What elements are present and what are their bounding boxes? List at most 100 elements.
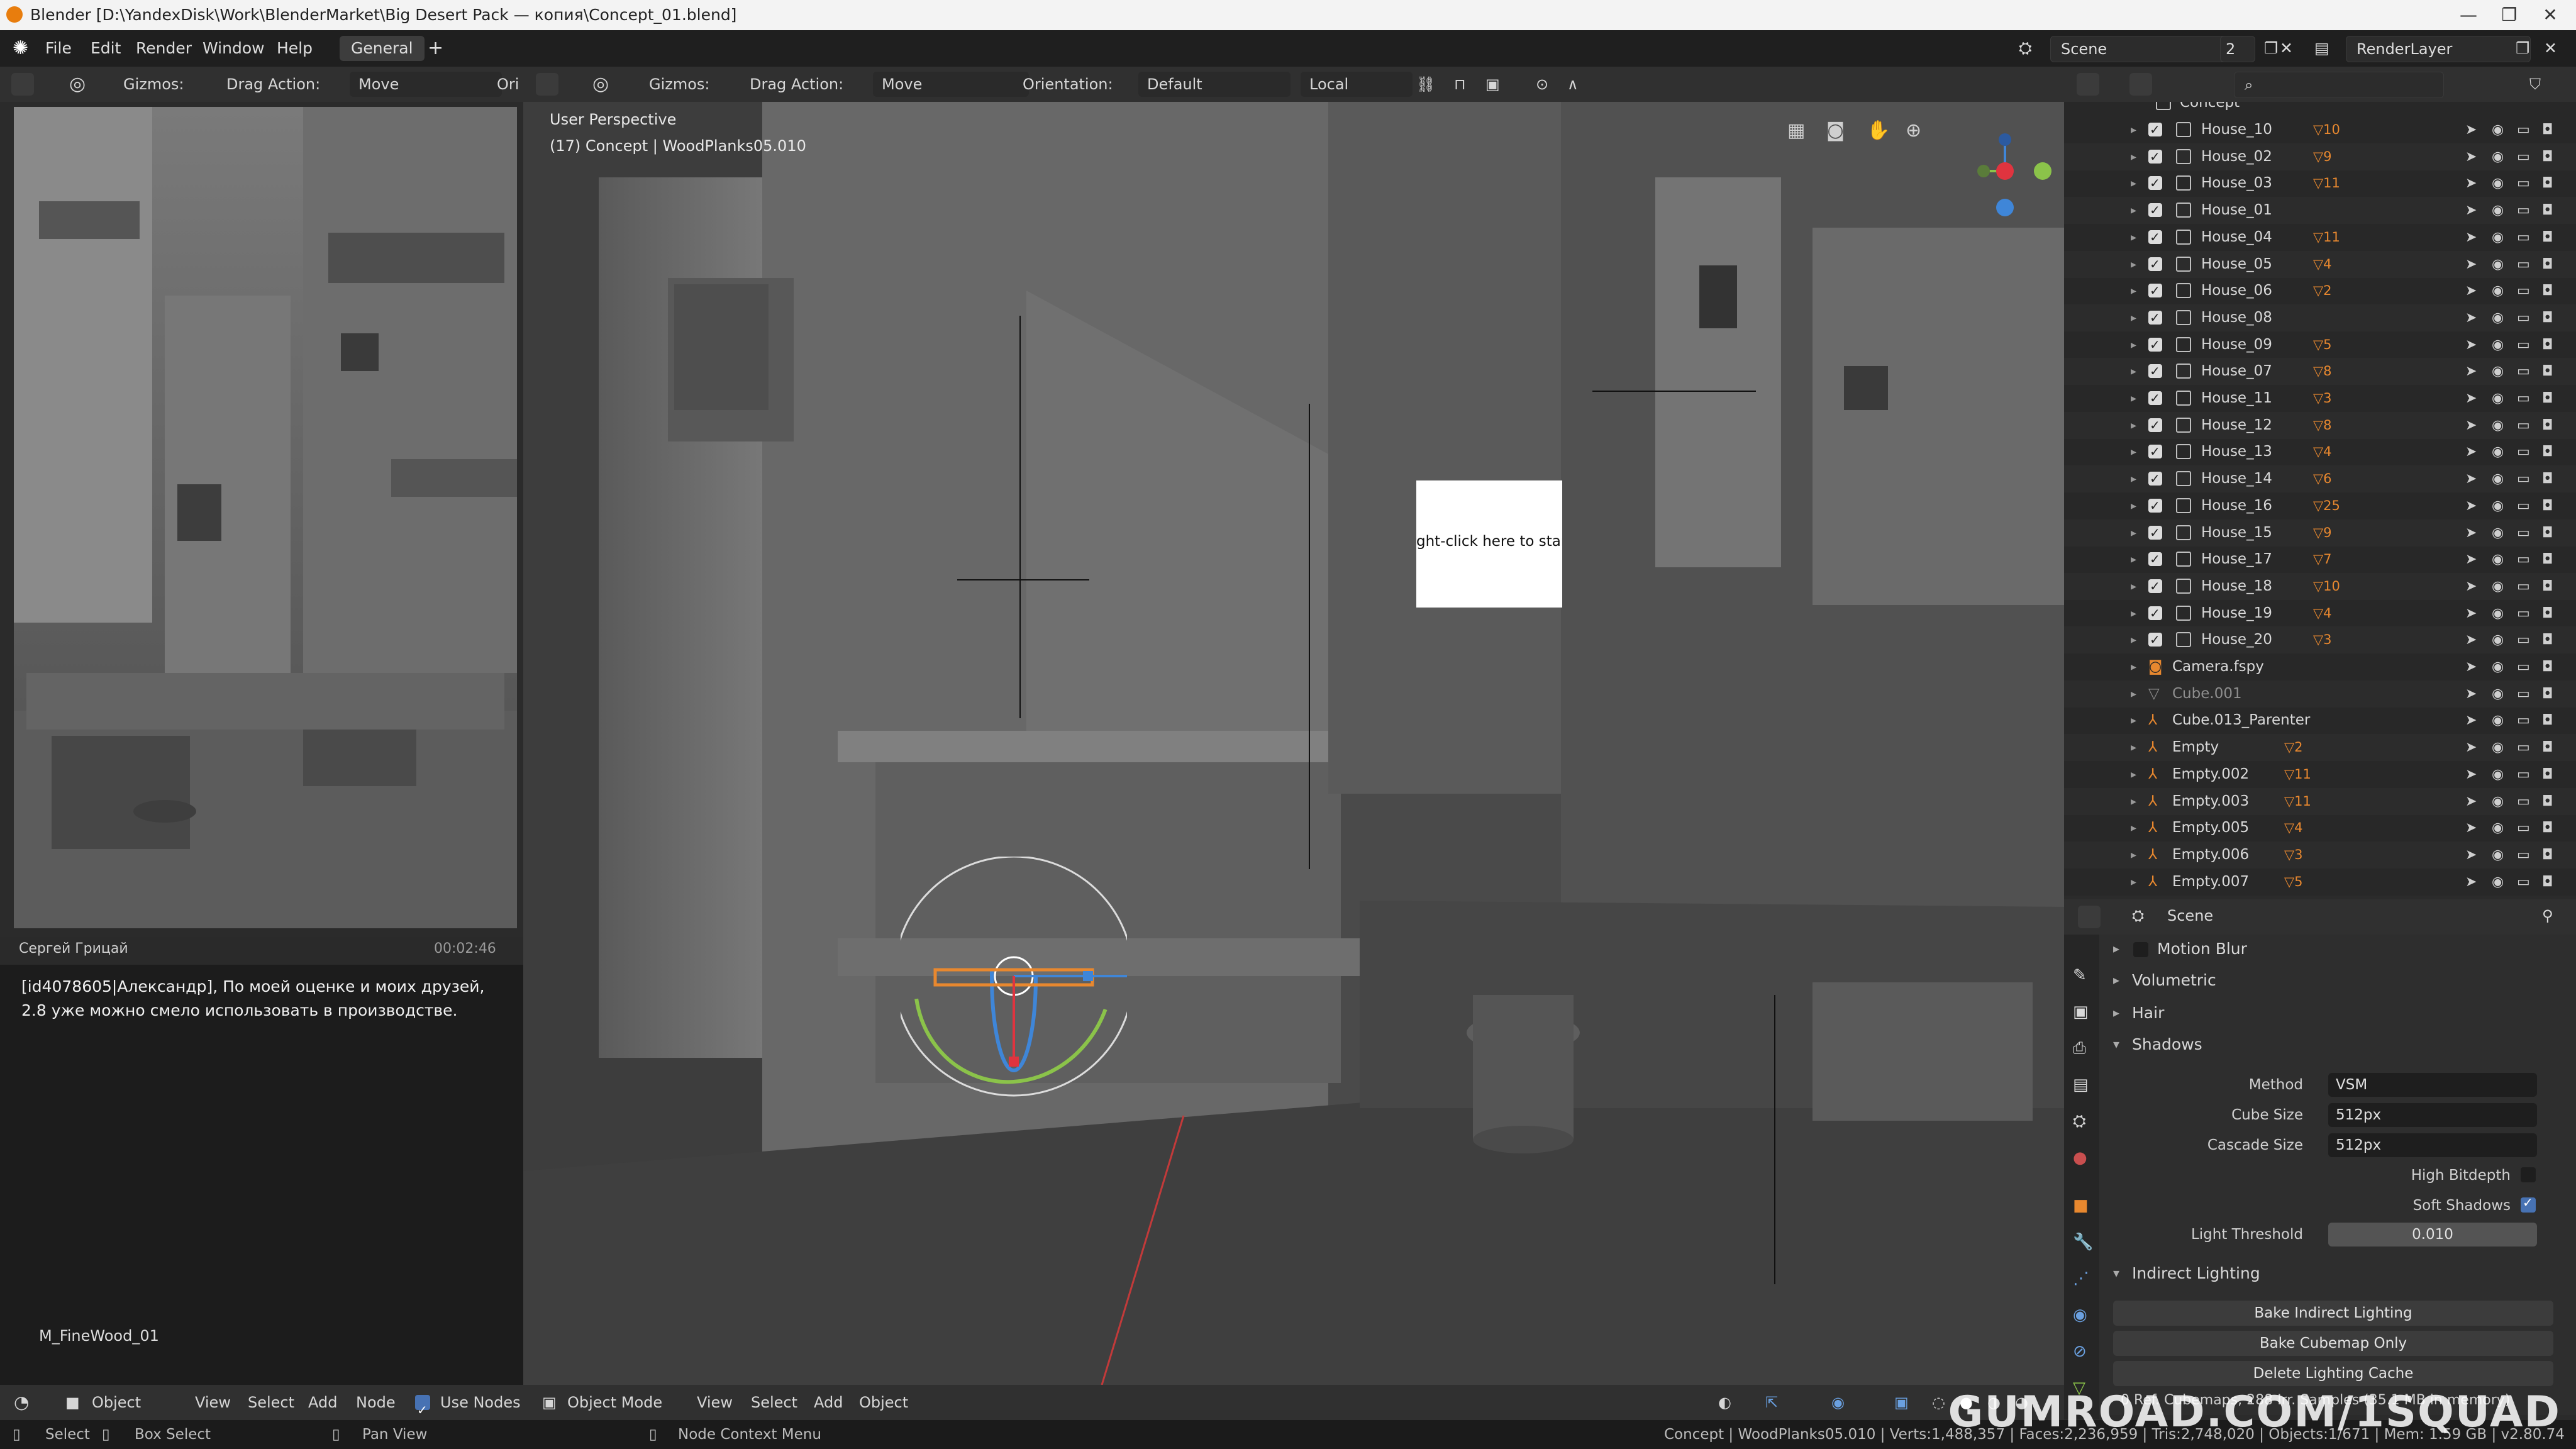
menu-help[interactable]: Help [277, 30, 313, 67]
collapse-icon[interactable]: ▾ [2113, 1265, 2119, 1280]
exclude-checkbox[interactable] [2148, 224, 2162, 251]
toggle-grid-icon[interactable]: ▦ [1787, 119, 1805, 142]
visibility-eye-icon[interactable]: ◉ [2492, 170, 2504, 197]
expand-arrow-icon[interactable]: ▸ [2131, 707, 2136, 734]
viewport-display-icon[interactable]: ▭ [2517, 814, 2530, 841]
visibility-eye-icon[interactable]: ◉ [2492, 573, 2504, 600]
child-count-badge[interactable]: ▽11 [2313, 170, 2340, 197]
child-count-badge[interactable]: ▽4 [2313, 600, 2332, 627]
output-tab-icon[interactable]: ⎙ [2073, 1039, 2086, 1058]
workspace-tab-general[interactable]: General [340, 36, 425, 61]
popup-hint-box[interactable]: ght-click here to star [1416, 480, 1562, 608]
viewport-menu-select[interactable]: Select [751, 1385, 797, 1420]
exclude-checkbox[interactable] [2148, 465, 2162, 492]
outliner-row[interactable]: ▸ House_08 ➤ ◉ ▭ ◘ [2064, 304, 2576, 331]
render-camera-icon[interactable]: ◘ [2542, 707, 2553, 734]
exclude-checkbox[interactable] [2148, 519, 2162, 547]
viewport-display-icon[interactable]: ▭ [2517, 412, 2530, 439]
outliner-row[interactable]: ▸ ⅄ Empty.006 ▽3 ➤ ◉ ▭ ◘ [2064, 841, 2576, 869]
child-count-badge[interactable]: ▽5 [2313, 331, 2332, 358]
render-camera-icon[interactable]: ◘ [2542, 116, 2553, 143]
outliner-row[interactable]: ▸ ▽ Cube.001 ➤ ◉ ▭ ◘ [2064, 680, 2576, 708]
proportional-edit-icon[interactable]: ⊙ [1536, 67, 1548, 102]
exclude-checkbox[interactable] [2148, 412, 2162, 439]
editor-type-icon[interactable] [11, 73, 34, 96]
viewport-gizmo-toggle-icon[interactable]: ◎ [592, 67, 609, 102]
section-motion-blur[interactable]: Motion Blur [2157, 940, 2247, 958]
expand-arrow-icon[interactable]: ▸ [2131, 170, 2136, 197]
drag-action-dropdown[interactable]: Move [350, 72, 502, 97]
outliner-row[interactable]: ▸ House_05 ▽4 ➤ ◉ ▭ ◘ [2064, 250, 2576, 278]
outliner-row[interactable]: ▸ House_16 ▽25 ➤ ◉ ▭ ◘ [2064, 492, 2576, 519]
view-object-types-icon[interactable]: ◐ [1718, 1385, 1731, 1420]
wireframe-shading-icon[interactable]: ◌ [1932, 1385, 1945, 1420]
particles-tab-icon[interactable]: ⋰ [2073, 1269, 2089, 1288]
viewport-display-icon[interactable]: ▭ [2517, 116, 2530, 143]
selectable-arrow-icon[interactable]: ➤ [2465, 600, 2477, 627]
render-camera-icon[interactable]: ◘ [2542, 465, 2553, 492]
orientation-dropdown[interactable]: Default [1138, 72, 1291, 97]
object-mode-dropdown[interactable]: Object Mode [567, 1385, 662, 1420]
expand-arrow-icon[interactable]: ▸ [2131, 519, 2136, 547]
visibility-eye-icon[interactable]: ◉ [2492, 653, 2504, 680]
exclude-checkbox[interactable] [2148, 385, 2162, 412]
selectable-arrow-icon[interactable]: ➤ [2465, 331, 2477, 358]
viewport-display-icon[interactable]: ▭ [2517, 546, 2530, 573]
visibility-eye-icon[interactable]: ◉ [2492, 841, 2504, 869]
expand-arrow-icon[interactable]: ▸ [2131, 412, 2136, 439]
selectable-arrow-icon[interactable]: ➤ [2465, 304, 2477, 331]
outliner-row[interactable]: ▸ House_20 ▽3 ➤ ◉ ▭ ◘ [2064, 626, 2576, 654]
child-count-badge[interactable]: ▽8 [2313, 412, 2332, 439]
exclude-checkbox[interactable] [2148, 251, 2162, 278]
blender-menu-icon[interactable]: ✺ [13, 30, 28, 67]
camera-view-icon[interactable]: ◙ [1826, 119, 1845, 142]
selectable-arrow-icon[interactable]: ➤ [2465, 412, 2477, 439]
menu-window[interactable]: Window [203, 30, 265, 67]
exclude-checkbox[interactable] [2148, 546, 2162, 573]
outliner-row[interactable]: ▸ ⅄ Empty.007 ▽5 ➤ ◉ ▭ ◘ [2064, 869, 2576, 896]
viewport-display-icon[interactable]: ▭ [2517, 170, 2530, 197]
expand-arrow-icon[interactable]: ▸ [2131, 841, 2136, 869]
selectable-arrow-icon[interactable]: ➤ [2465, 761, 2477, 788]
outliner-search-input[interactable]: ⌕ [2234, 72, 2444, 98]
viewport-display-icon[interactable]: ▭ [2517, 653, 2530, 680]
visibility-eye-icon[interactable]: ◉ [2492, 600, 2504, 627]
expand-arrow-icon[interactable]: ▸ [2131, 331, 2136, 358]
expand-arrow-icon[interactable]: ▸ [2131, 546, 2136, 573]
exclude-checkbox[interactable] [2148, 143, 2162, 170]
outliner-row[interactable]: ▸ House_14 ▽6 ➤ ◉ ▭ ◘ [2064, 465, 2576, 493]
properties-editor-type-icon[interactable] [2078, 906, 2101, 928]
viewport-display-icon[interactable]: ▭ [2517, 519, 2530, 547]
outliner-row[interactable]: ▸ House_01 ➤ ◉ ▭ ◘ [2064, 197, 2576, 225]
visibility-eye-icon[interactable]: ◉ [2492, 492, 2504, 519]
child-count-badge[interactable]: ▽5 [2284, 869, 2303, 896]
shadow-method-dropdown[interactable]: VSM [2328, 1073, 2537, 1097]
child-count-badge[interactable]: ▽2 [2313, 277, 2332, 304]
expand-arrow-icon[interactable]: ▸ [2131, 573, 2136, 600]
visibility-eye-icon[interactable]: ◉ [2492, 869, 2504, 896]
viewport-display-icon[interactable]: ▭ [2517, 573, 2530, 600]
child-count-badge[interactable]: ▽10 [2313, 116, 2340, 143]
snap-target-icon[interactable]: ▣ [1485, 67, 1500, 102]
render-camera-icon[interactable]: ◘ [2542, 331, 2553, 358]
viewport-display-icon[interactable]: ▭ [2517, 680, 2530, 708]
expand-arrow-icon[interactable]: ▸ [2131, 277, 2136, 304]
visibility-eye-icon[interactable]: ◉ [2492, 358, 2504, 385]
cascade-size-dropdown[interactable]: 512px [2328, 1133, 2537, 1157]
outliner-display-mode-icon[interactable] [2129, 73, 2152, 96]
menu-render[interactable]: Render [136, 30, 192, 67]
outliner-row[interactable]: ▸ House_09 ▽5 ➤ ◉ ▭ ◘ [2064, 331, 2576, 358]
child-count-badge[interactable]: ▽9 [2313, 519, 2332, 547]
render-camera-icon[interactable]: ◘ [2542, 412, 2553, 439]
section-volumetric[interactable]: Volumetric [2132, 971, 2216, 989]
child-count-badge[interactable]: ▽4 [2313, 438, 2332, 465]
render-camera-icon[interactable]: ◘ [2542, 841, 2553, 869]
render-camera-icon[interactable]: ◘ [2542, 814, 2553, 841]
child-count-badge[interactable]: ▽3 [2284, 841, 2303, 869]
render-camera-icon[interactable]: ◘ [2542, 197, 2553, 224]
child-count-badge[interactable]: ▽11 [2313, 224, 2340, 251]
expand-arrow-icon[interactable]: ▸ [2131, 251, 2136, 278]
expand-icon[interactable]: ▸ [2113, 972, 2119, 987]
selectable-arrow-icon[interactable]: ➤ [2465, 277, 2477, 304]
node-menu-node[interactable]: Node [356, 1385, 396, 1420]
